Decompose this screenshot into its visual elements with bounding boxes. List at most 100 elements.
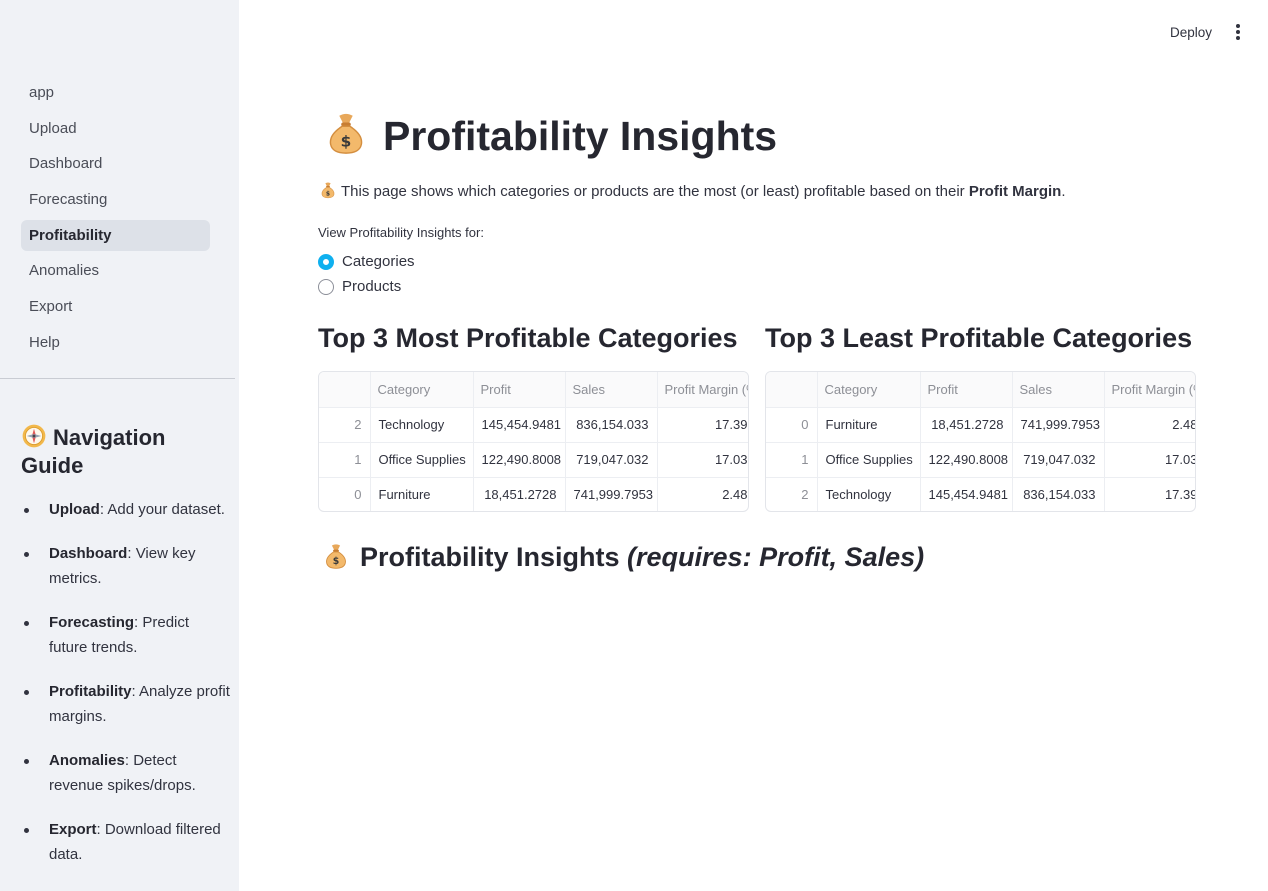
subheading-italic: (requires: Profit, Sales) — [627, 542, 925, 572]
kebab-dot — [1236, 24, 1240, 28]
column-header-sales[interactable]: Sales — [1012, 372, 1105, 408]
money-bag-icon — [323, 110, 369, 156]
sidebar-item-anomalies[interactable]: Anomalies — [21, 255, 210, 286]
cell-profit-margin[interactable]: 17.03 — [657, 442, 748, 478]
row-index: 2 — [766, 477, 818, 511]
cell-profit[interactable]: 18,451.2728 — [920, 407, 1013, 443]
compass-icon — [21, 423, 47, 449]
cell-profit[interactable]: 122,490.8008 — [473, 442, 566, 478]
cell-sales[interactable]: 741,999.7953 — [1012, 407, 1105, 443]
kebab-dot — [1236, 30, 1240, 34]
table-header-row: Category Profit Sales Profit Margin (%) — [766, 372, 1195, 408]
guide-item-forecasting: Forecasting: Predict future trends. — [21, 610, 231, 661]
guide-term: Dashboard — [49, 544, 128, 562]
sidebar-item-app[interactable]: app — [21, 77, 210, 108]
guide-term: Upload — [49, 501, 100, 518]
cell-sales[interactable]: 836,154.033 — [565, 407, 658, 443]
cell-sales[interactable]: 719,047.032 — [1012, 442, 1105, 478]
radio-group-label: View Profitability Insights for: — [318, 225, 484, 240]
table-row[interactable]: 2 Technology 145,454.9481 836,154.033 17… — [319, 407, 748, 443]
intro-suffix: . — [1061, 183, 1066, 200]
cell-profit-margin[interactable]: 2.48 — [1104, 407, 1195, 443]
cell-category[interactable]: Office Supplies — [817, 442, 921, 478]
guide-item-upload: Upload: Add your dataset. — [21, 497, 231, 523]
sidebar-item-profitability[interactable]: Profitability — [21, 219, 210, 251]
sidebar-nav: app Upload Dashboard Forecasting Profita… — [21, 77, 210, 363]
table-row[interactable]: 2 Technology 145,454.9481 836,154.033 17… — [766, 477, 1195, 511]
navigation-guide-title: Navigation Guide — [21, 423, 221, 480]
least-profitable-heading: Top 3 Least Profitable Categories — [765, 323, 1193, 353]
radio-products[interactable]: Products — [318, 277, 401, 297]
column-header-profit-margin[interactable]: Profit Margin (%) — [1104, 372, 1195, 408]
cell-profit[interactable]: 18,451.2728 — [473, 477, 566, 511]
column-header-index[interactable] — [319, 372, 371, 408]
sidebar-item-upload[interactable]: Upload — [21, 113, 210, 144]
sidebar-item-forecasting[interactable]: Forecasting — [21, 184, 210, 215]
money-bag-icon — [322, 542, 350, 570]
least-profitable-table[interactable]: Category Profit Sales Profit Margin (%) … — [765, 371, 1196, 512]
row-index: 0 — [319, 477, 371, 511]
column-header-category[interactable]: Category — [817, 372, 921, 408]
guide-item-export: Export: Download filtered data. — [21, 817, 231, 868]
column-header-profit[interactable]: Profit — [473, 372, 566, 408]
table-row[interactable]: 0 Furniture 18,451.2728 741,999.7953 2.4… — [766, 407, 1195, 443]
column-header-profit[interactable]: Profit — [920, 372, 1013, 408]
column-header-category[interactable]: Category — [370, 372, 474, 408]
table-header-row: Category Profit Sales Profit Margin (%) — [319, 372, 748, 408]
money-bag-icon — [319, 181, 337, 199]
radio-button-selected[interactable] — [318, 254, 334, 270]
cell-sales[interactable]: 836,154.033 — [1012, 477, 1105, 511]
navigation-guide-list: Upload: Add your dataset. Dashboard: Vie… — [21, 497, 231, 886]
cell-category[interactable]: Technology — [817, 477, 921, 511]
row-index: 1 — [766, 442, 818, 478]
guide-term: Anomalies — [49, 751, 125, 769]
cell-profit[interactable]: 122,490.8008 — [920, 442, 1013, 478]
cell-profit-margin[interactable]: 2.48 — [657, 477, 748, 511]
cell-category[interactable]: Furniture — [370, 477, 474, 511]
radio-categories[interactable]: Categories — [318, 252, 415, 272]
table-row[interactable]: 0 Furniture 18,451.2728 741,999.7953 2.4… — [319, 477, 748, 511]
sidebar-item-dashboard[interactable]: Dashboard — [21, 148, 210, 179]
radio-label-categories: Categories — [342, 253, 415, 270]
guide-term: Profitability — [49, 682, 132, 700]
column-header-index[interactable] — [766, 372, 818, 408]
page-title: Profitability Insights — [323, 110, 777, 160]
page-title-text: Profitability Insights — [383, 113, 778, 159]
row-index: 2 — [319, 407, 371, 443]
guide-desc: : Add your dataset. — [99, 501, 225, 518]
cell-category[interactable]: Technology — [370, 407, 474, 443]
cell-category[interactable]: Office Supplies — [370, 442, 474, 478]
cell-profit-margin[interactable]: 17.39 — [1104, 477, 1195, 511]
data-table: Category Profit Sales Profit Margin (%) … — [319, 372, 748, 511]
column-header-sales[interactable]: Sales — [565, 372, 658, 408]
guide-item-profitability: Profitability: Analyze profit margins. — [21, 679, 231, 730]
radio-label-products: Products — [342, 278, 402, 295]
cell-profit[interactable]: 145,454.9481 — [920, 477, 1013, 511]
guide-item-dashboard: Dashboard: View key metrics. — [21, 541, 231, 592]
cell-profit-margin[interactable]: 17.03 — [1104, 442, 1195, 478]
cell-sales[interactable]: 719,047.032 — [565, 442, 658, 478]
profitability-subheading: Profitability Insights (requires: Profit… — [322, 542, 924, 573]
sidebar: app Upload Dashboard Forecasting Profita… — [0, 0, 239, 891]
cell-profit-margin[interactable]: 17.39 — [657, 407, 748, 443]
kebab-menu-icon[interactable] — [1228, 22, 1248, 42]
cell-profit[interactable]: 145,454.9481 — [473, 407, 566, 443]
radio-button[interactable] — [318, 279, 334, 295]
kebab-dot — [1236, 36, 1240, 40]
deploy-button[interactable]: Deploy — [1160, 22, 1222, 43]
sidebar-divider — [0, 378, 235, 379]
guide-item-anomalies: Anomalies: Detect revenue spikes/drops. — [21, 748, 231, 799]
cell-sales[interactable]: 741,999.7953 — [565, 477, 658, 511]
guide-term: Export — [49, 820, 97, 838]
column-header-profit-margin[interactable]: Profit Margin (%) — [657, 372, 748, 408]
intro-bold: Profit Margin — [968, 183, 1062, 200]
sidebar-item-export[interactable]: Export — [21, 291, 210, 322]
most-profitable-heading: Top 3 Most Profitable Categories — [318, 323, 738, 353]
most-profitable-table[interactable]: Category Profit Sales Profit Margin (%) … — [318, 371, 749, 512]
table-row[interactable]: 1 Office Supplies 122,490.8008 719,047.0… — [766, 442, 1195, 478]
cell-category[interactable]: Furniture — [817, 407, 921, 443]
intro-text: This page shows which categories or prod… — [319, 181, 1066, 200]
row-index: 1 — [319, 442, 371, 478]
table-row[interactable]: 1 Office Supplies 122,490.8008 719,047.0… — [319, 442, 748, 478]
sidebar-item-help[interactable]: Help — [21, 327, 210, 358]
